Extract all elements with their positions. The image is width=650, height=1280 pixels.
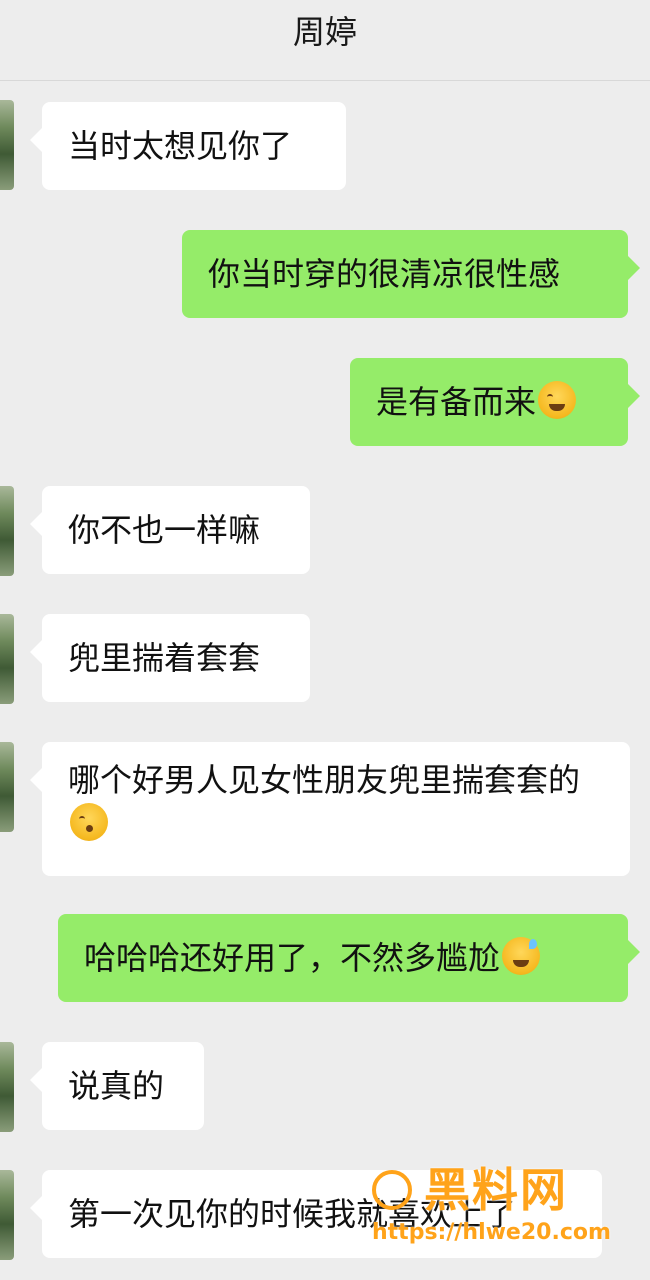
contact-name[interactable]: 周婷 [0,12,650,52]
contact-avatar[interactable] [0,614,14,704]
message-bubble-outgoing[interactable]: 哈哈哈还好用了，不然多尴尬 [58,914,640,1002]
message-bubble-incoming[interactable]: 说真的 [30,1042,204,1130]
contact-avatar[interactable] [0,100,14,190]
message-bubble-incoming[interactable]: 兜里揣着套套 [30,614,310,702]
kiss-face-emoji-icon [70,803,108,841]
watermark: 黑料网 https://hlwe20.com [372,1162,612,1252]
message-text: 当时太想见你了 [68,127,293,165]
message-bubble-incoming[interactable]: 哪个好男人见女性朋友兜里揣套套的 [30,742,630,876]
watermark-title: 黑料网 [424,1163,568,1217]
message-bubble-incoming[interactable]: 当时太想见你了 [30,102,346,190]
grin-sweat-emoji-icon [502,937,541,975]
message-text: 兜里揣着套套 [68,639,261,677]
message-text: 说真的 [68,1067,165,1105]
message-bubble-incoming[interactable]: 你不也一样嘛 [30,486,310,574]
laughing-crying-emoji-icon [538,381,577,419]
contact-avatar[interactable] [0,1170,14,1260]
contact-avatar[interactable] [0,742,14,832]
message-text: 是有备而来 [376,383,537,421]
message-text: 哈哈哈还好用了，不然多尴尬 [84,939,501,977]
message-text: 你当时穿的很清凉很性感 [208,255,561,293]
watermark-url: https://hlwe20.com [372,1220,611,1245]
contact-avatar[interactable] [0,1042,14,1132]
message-text: 你不也一样嘛 [68,511,261,549]
message-bubble-outgoing[interactable]: 你当时穿的很清凉很性感 [182,230,640,318]
watermark-logo-icon [372,1170,412,1210]
message-bubble-outgoing[interactable]: 是有备而来 [350,358,640,446]
contact-avatar[interactable] [0,486,14,576]
chat-header: 周婷 [0,0,650,81]
message-text: 哪个好男人见女性朋友兜里揣套套的 [68,761,581,799]
